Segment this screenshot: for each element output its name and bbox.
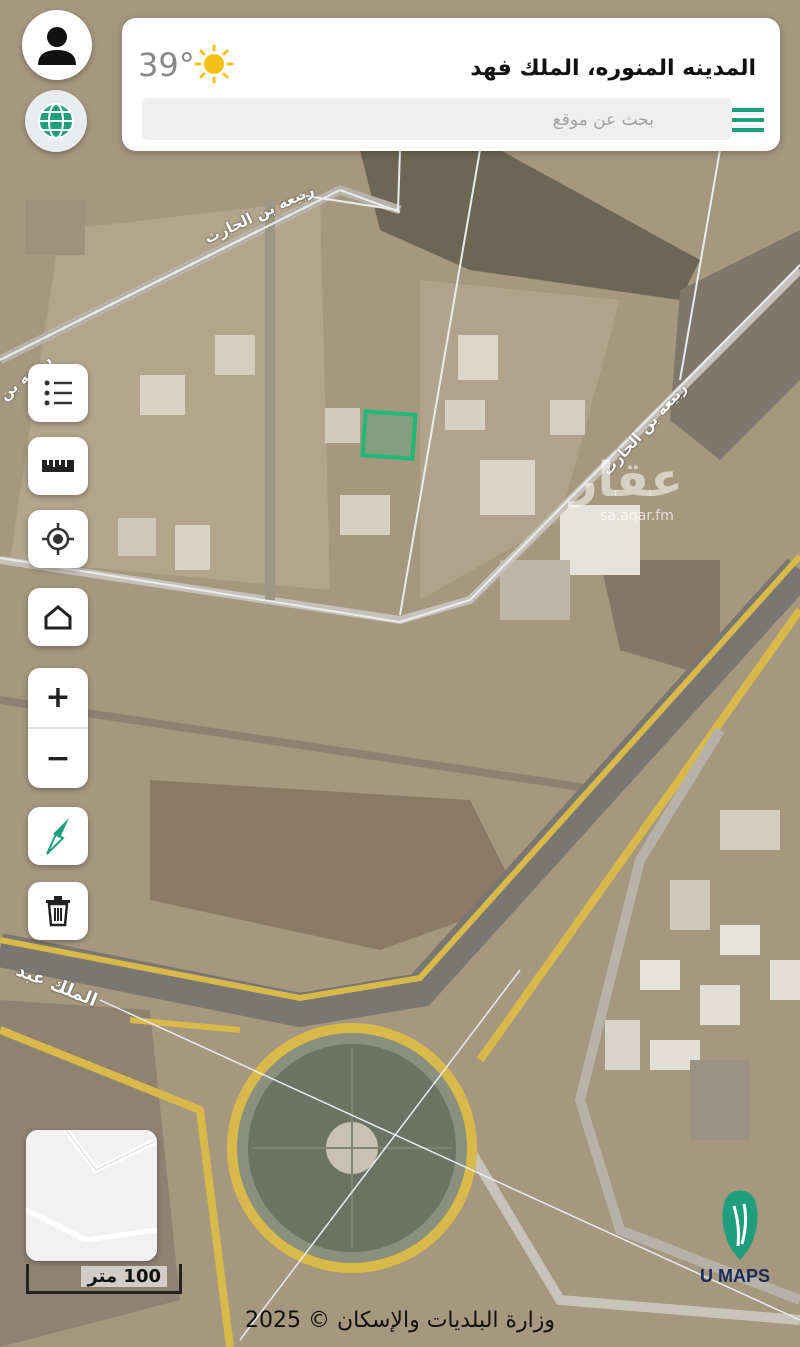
minimap-roads [26,1130,157,1261]
home-icon [44,605,72,630]
locate-icon [42,523,74,555]
umaps-brand: U MAPS [700,1266,771,1286]
zoom-out-label: − [45,741,71,776]
search-input[interactable] [172,98,656,142]
zoom-in-label: + [45,680,71,715]
measure-button[interactable] [28,437,88,495]
location-card: المدينه المنوره، الملك فهد 39° [122,18,780,151]
umaps-logo-icon [722,1190,758,1260]
scale-label: 100 متر [81,1266,167,1287]
sun-icon [194,44,234,84]
watermark-logo: عقار [570,452,683,508]
legend-button[interactable] [28,364,88,422]
compass-button[interactable] [28,807,88,865]
scale-bar: 100 متر [26,1264,182,1294]
selected-parcel [360,409,418,461]
search-bar[interactable] [142,98,732,142]
delete-button[interactable] [28,882,88,940]
compass-icon [46,818,69,855]
user-icon [38,27,76,65]
profile-button[interactable] [22,10,92,80]
minimap[interactable] [26,1130,157,1261]
locate-button[interactable] [28,510,88,568]
zoom-control: + − [28,668,88,788]
home-button[interactable] [28,588,88,646]
ruler-icon [42,460,74,472]
zoom-out-button[interactable]: − [28,729,88,788]
temperature: 39° [138,46,195,84]
copyright-text: وزارة البلديات والإسكان © 2025 [244,1308,556,1333]
zoom-in-button[interactable]: + [28,668,88,727]
list-icon [44,380,72,406]
watermark-url: sa.aqar.fm [600,508,674,524]
location-title: المدينه المنوره، الملك فهد [470,56,756,81]
layers-button[interactable] [25,90,87,152]
menu-icon[interactable] [732,106,764,134]
trash-icon [46,896,70,927]
globe-icon [38,103,74,139]
